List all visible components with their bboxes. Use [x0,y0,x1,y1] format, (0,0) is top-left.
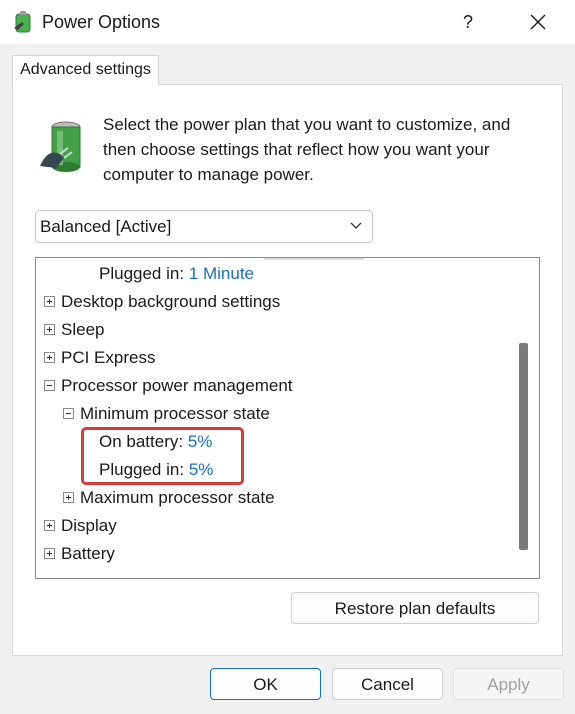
expand-sleep-icon[interactable] [44,324,55,335]
tree-item-on-battery[interactable]: On battery: 5% [99,428,212,456]
tree-item-battery[interactable]: Battery [61,540,115,568]
tab-advanced-settings[interactable]: Advanced settings [12,55,159,85]
tree-item-plugged-in-timeout[interactable]: Plugged in: 1 Minute [99,260,254,288]
power-plan-dropdown[interactable]: Balanced [Active] [35,210,373,243]
tree-item-plugged-in[interactable]: Plugged in: 5% [99,456,213,484]
title-bar: Power Options ? [0,0,575,44]
expand-display-icon[interactable] [44,520,55,531]
expand-pci-express-icon[interactable] [44,352,55,363]
apply-button[interactable]: Apply [453,668,564,700]
description-text: Select the power plan that you want to c… [103,115,511,184]
window-title: Power Options [42,12,161,32]
settings-tree[interactable]: Plugged in: 1 Minute Desktop background … [35,257,540,579]
battery-icon [40,121,81,172]
cancel-button[interactable]: Cancel [332,668,443,700]
close-button[interactable] [520,6,556,38]
tree-item-desktop-background[interactable]: Desktop background settings [61,288,280,316]
expand-desktop-background-icon[interactable] [44,296,55,307]
restore-defaults-button[interactable]: Restore plan defaults [291,592,539,624]
battery-plug-icon [14,11,31,33]
ok-button[interactable]: OK [210,668,321,700]
plugged-in-timeout-value[interactable]: 1 Minute [189,264,254,283]
plugged-in-value[interactable]: 5% [189,460,214,479]
on-battery-value[interactable]: 5% [188,432,213,451]
tree-item-pci-express[interactable]: PCI Express [61,344,155,372]
collapse-min-processor-state-icon[interactable] [63,408,74,419]
tree-item-min-processor-state[interactable]: Minimum processor state [80,400,270,428]
tree-item-processor-power[interactable]: Processor power management [61,372,293,400]
expand-battery-icon[interactable] [44,548,55,559]
expand-max-processor-state-icon[interactable] [63,492,74,503]
collapse-processor-power-icon[interactable] [44,380,55,391]
scrollbar-thumb[interactable] [519,343,528,550]
tree-item-max-processor-state[interactable]: Maximum processor state [80,484,275,512]
tree-item-display[interactable]: Display [61,512,117,540]
power-plan-value: Balanced [Active] [40,217,172,236]
help-button[interactable]: ? [452,6,484,38]
tree-item-sleep[interactable]: Sleep [61,316,104,344]
help-icon: ? [462,12,473,32]
close-icon [530,14,546,30]
chevron-down-icon [350,222,362,229]
tree-clipped-edge [264,258,364,260]
